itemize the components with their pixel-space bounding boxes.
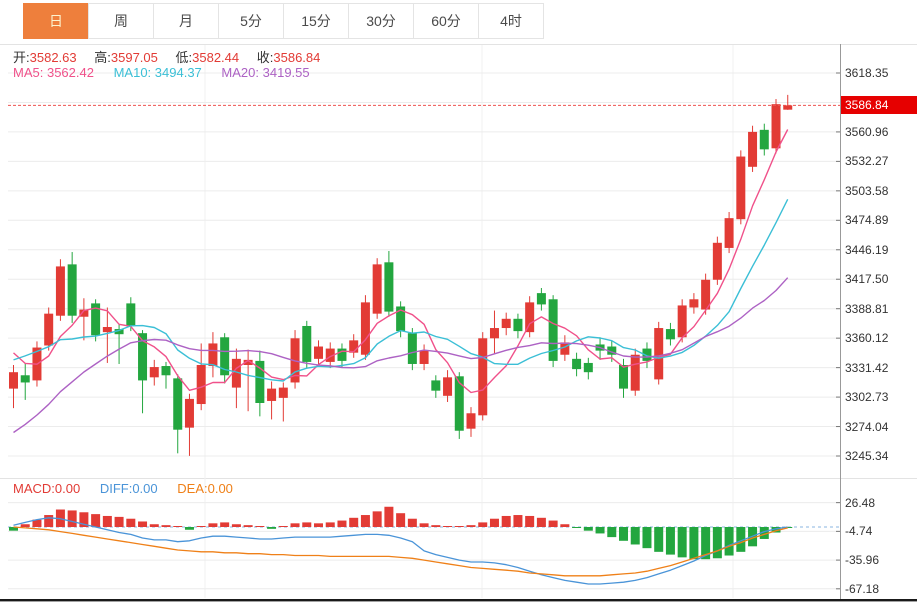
- ma10-label: MA10:: [114, 65, 152, 80]
- ma5-value: 3562.42: [47, 65, 94, 80]
- price-axis-label: 3417.50: [845, 272, 888, 286]
- macd-readout: MACD:0.00 DIFF:0.00 DEA:0.00: [13, 481, 249, 496]
- tab-5min[interactable]: 5分: [218, 3, 284, 39]
- high-value: 3597.05: [111, 50, 158, 65]
- tab-4hour[interactable]: 4时: [478, 3, 544, 39]
- macd-axis-label: -67.18: [845, 582, 879, 596]
- price-axis-label: 3302.73: [845, 390, 888, 404]
- price-axis-label: 3360.12: [845, 331, 888, 345]
- tab-day[interactable]: 日: [23, 3, 89, 39]
- price-axis-label: 3446.19: [845, 243, 888, 257]
- tab-month[interactable]: 月: [153, 3, 219, 39]
- price-axis-label: 3474.89: [845, 213, 888, 227]
- low-label: 低:: [176, 50, 193, 65]
- ma20-label: MA20:: [221, 65, 259, 80]
- macd-axis-label: -4.74: [845, 524, 872, 538]
- close-value: 3586.84: [273, 50, 320, 65]
- current-price-badge: 3586.84: [841, 96, 917, 114]
- price-axis-label: 3560.96: [845, 125, 888, 139]
- open-value: 3582.63: [30, 50, 77, 65]
- tab-60min[interactable]: 60分: [413, 3, 479, 39]
- price-axis-label: 3331.42: [845, 361, 888, 375]
- diff-label: DIFF:: [100, 481, 133, 496]
- price-axis-label: 3618.35: [845, 66, 888, 80]
- dea-label: DEA:: [177, 481, 207, 496]
- price-axis-label: 3245.34: [845, 449, 888, 463]
- price-axis-label: 3532.27: [845, 154, 888, 168]
- tab-week[interactable]: 周: [88, 3, 154, 39]
- price-axis-label: 3274.04: [845, 420, 888, 434]
- ma-readout: MA5: 3562.42 MA10: 3494.37 MA20: 3419.55: [13, 65, 326, 80]
- interval-tabbar: 日 周 月 5分 15分 30分 60分 4时: [24, 3, 544, 41]
- dea-value: 0.00: [208, 481, 233, 496]
- high-label: 高:: [94, 50, 111, 65]
- ohlc-readout: 开:3582.63 高:3597.05 低:3582.44 收:3586.84: [13, 47, 334, 66]
- ma10-value: 3494.37: [155, 65, 202, 80]
- diff-value: 0.00: [132, 481, 157, 496]
- macd-axis-label: -35.96: [845, 553, 879, 567]
- low-value: 3582.44: [192, 50, 239, 65]
- chart-plot-area[interactable]: [0, 0, 917, 604]
- macd-value: 0.00: [55, 481, 80, 496]
- price-axis-label: 3388.81: [845, 302, 888, 316]
- ma20-value: 3419.55: [263, 65, 310, 80]
- macd-label: MACD:: [13, 481, 55, 496]
- price-axis-label: 3503.58: [845, 184, 888, 198]
- close-label: 收:: [257, 50, 274, 65]
- tab-30min[interactable]: 30分: [348, 3, 414, 39]
- ma5-label: MA5:: [13, 65, 43, 80]
- macd-axis-label: 26.48: [845, 496, 875, 510]
- open-label: 开:: [13, 50, 30, 65]
- kline-chart-app: 日 周 月 5分 15分 30分 60分 4时 开:3582.63 高:3597…: [0, 0, 917, 604]
- tab-15min[interactable]: 15分: [283, 3, 349, 39]
